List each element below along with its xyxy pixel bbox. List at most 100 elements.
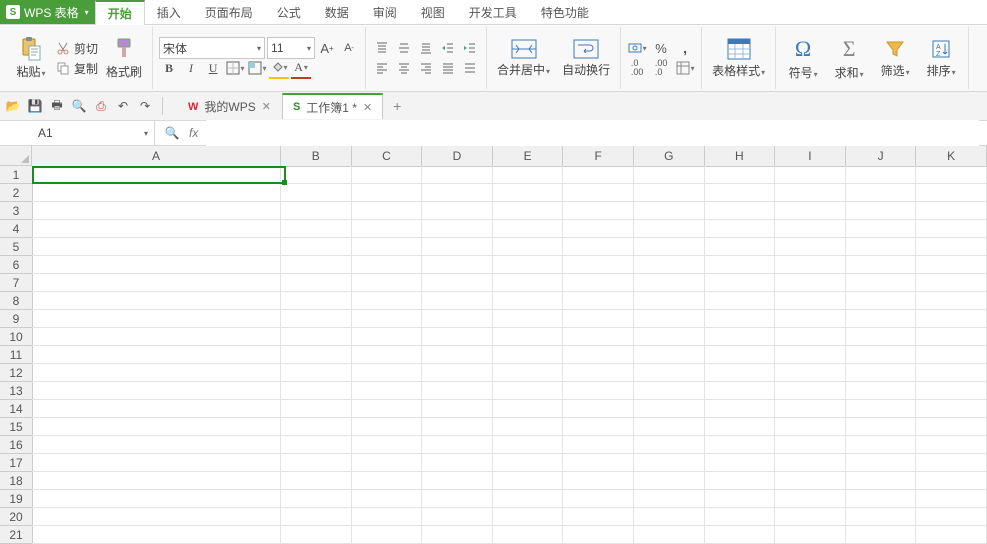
cell[interactable]: [846, 274, 917, 292]
table-style-button[interactable]: 表格样式▾: [708, 38, 769, 79]
cell[interactable]: [634, 184, 705, 202]
fill-color-button[interactable]: ▾: [269, 57, 289, 79]
column-header[interactable]: C: [352, 146, 423, 166]
cell[interactable]: [352, 310, 423, 328]
cell[interactable]: [705, 256, 776, 274]
row-header[interactable]: 10: [0, 328, 32, 346]
cell[interactable]: [846, 526, 917, 544]
cell[interactable]: [32, 490, 281, 508]
cell[interactable]: [846, 418, 917, 436]
cell[interactable]: [634, 166, 705, 184]
cell[interactable]: [352, 328, 423, 346]
cell[interactable]: [563, 400, 634, 418]
bold-button[interactable]: B: [159, 58, 179, 78]
cell[interactable]: [493, 364, 564, 382]
wrap-text-button[interactable]: 自动换行: [558, 39, 614, 78]
cell[interactable]: [775, 526, 846, 544]
cell[interactable]: [916, 490, 987, 508]
cell[interactable]: [563, 364, 634, 382]
cell[interactable]: [493, 220, 564, 238]
cell[interactable]: [563, 508, 634, 526]
cell[interactable]: [916, 184, 987, 202]
cell[interactable]: [422, 184, 493, 202]
cell[interactable]: [705, 490, 776, 508]
justify-button[interactable]: [438, 58, 458, 78]
column-header[interactable]: D: [422, 146, 493, 166]
cell[interactable]: [32, 328, 281, 346]
cell[interactable]: [846, 292, 917, 310]
cell[interactable]: [493, 436, 564, 454]
cell[interactable]: [563, 310, 634, 328]
cell[interactable]: [775, 256, 846, 274]
cell[interactable]: [281, 238, 352, 256]
cell[interactable]: [493, 328, 564, 346]
column-header[interactable]: I: [775, 146, 846, 166]
cell[interactable]: [705, 472, 776, 490]
cell[interactable]: [493, 418, 564, 436]
cell[interactable]: [705, 436, 776, 454]
cell[interactable]: [916, 526, 987, 544]
cell[interactable]: [281, 382, 352, 400]
cell[interactable]: [563, 436, 634, 454]
align-left-button[interactable]: [372, 58, 392, 78]
cell[interactable]: [422, 220, 493, 238]
cell[interactable]: [563, 526, 634, 544]
export-pdf-icon[interactable]: ⎙: [92, 97, 110, 115]
cell[interactable]: [705, 382, 776, 400]
cell[interactable]: [775, 436, 846, 454]
open-folder-icon[interactable]: 📂: [4, 97, 22, 115]
cell[interactable]: [493, 310, 564, 328]
cell[interactable]: [634, 382, 705, 400]
cell[interactable]: [634, 292, 705, 310]
row-header[interactable]: 9: [0, 310, 32, 328]
row-header[interactable]: 20: [0, 508, 32, 526]
cell[interactable]: [916, 256, 987, 274]
cell[interactable]: [846, 400, 917, 418]
cell[interactable]: [32, 508, 281, 526]
menu-tab-数据[interactable]: 数据: [313, 0, 361, 24]
cell[interactable]: [846, 364, 917, 382]
cell[interactable]: [634, 364, 705, 382]
row-headers[interactable]: 12345678910111213141516171819202122: [0, 166, 33, 544]
cell[interactable]: [705, 526, 776, 544]
cell[interactable]: [634, 454, 705, 472]
column-header[interactable]: K: [916, 146, 987, 166]
cell[interactable]: [563, 328, 634, 346]
border-button[interactable]: ▾: [225, 58, 245, 78]
cell[interactable]: [352, 346, 423, 364]
cell[interactable]: [32, 292, 281, 310]
row-header[interactable]: 21: [0, 526, 32, 544]
cell[interactable]: [493, 274, 564, 292]
cell[interactable]: [493, 382, 564, 400]
cell[interactable]: [422, 166, 493, 184]
row-header[interactable]: 6: [0, 256, 32, 274]
cell[interactable]: [775, 166, 846, 184]
cell[interactable]: [705, 346, 776, 364]
cell[interactable]: [493, 184, 564, 202]
menu-tab-开发工具[interactable]: 开发工具: [457, 0, 529, 24]
cell[interactable]: [281, 364, 352, 382]
row-header[interactable]: 18: [0, 472, 32, 490]
cell[interactable]: [916, 346, 987, 364]
print-preview-icon[interactable]: 🔍: [70, 97, 88, 115]
cell[interactable]: [422, 310, 493, 328]
cell[interactable]: [705, 292, 776, 310]
cells-area[interactable]: [32, 166, 987, 544]
cell[interactable]: [563, 238, 634, 256]
cell[interactable]: [422, 274, 493, 292]
cell[interactable]: [916, 400, 987, 418]
cell[interactable]: [916, 310, 987, 328]
cell[interactable]: [422, 364, 493, 382]
cell[interactable]: [846, 310, 917, 328]
cell[interactable]: [775, 364, 846, 382]
cell[interactable]: [705, 328, 776, 346]
cell[interactable]: [563, 166, 634, 184]
close-tab-icon[interactable]: ✕: [262, 100, 271, 113]
cell[interactable]: [493, 166, 564, 184]
cell[interactable]: [846, 238, 917, 256]
menu-tab-公式[interactable]: 公式: [265, 0, 313, 24]
cell[interactable]: [281, 184, 352, 202]
row-header[interactable]: 12: [0, 364, 32, 382]
cell[interactable]: [281, 256, 352, 274]
cell[interactable]: [775, 472, 846, 490]
